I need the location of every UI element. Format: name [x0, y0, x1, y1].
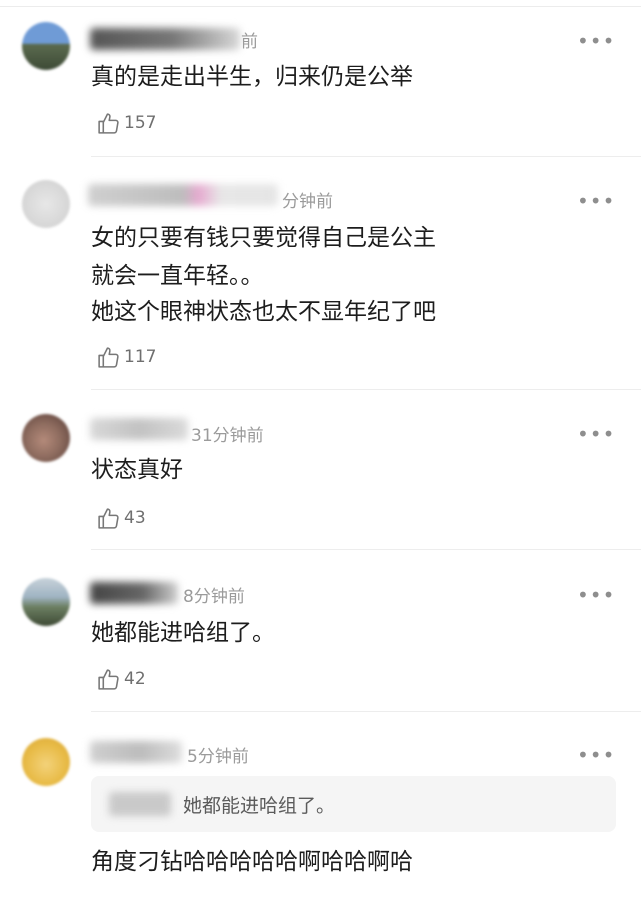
more-dots-icon[interactable]: ••• — [577, 424, 615, 444]
thumbs-up-icon — [98, 112, 119, 134]
top-divider — [0, 6, 641, 7]
thumbs-up-icon — [98, 668, 119, 690]
more-dots-icon[interactable]: ••• — [577, 31, 615, 51]
timestamp: 分钟前 — [282, 192, 333, 212]
username-blurred[interactable] — [90, 28, 240, 50]
comment-text: 真的是走出半生，归来仍是公举 — [91, 64, 413, 90]
avatar[interactable] — [22, 414, 70, 462]
thumbs-up-icon — [98, 507, 119, 529]
avatar[interactable] — [22, 578, 70, 626]
comment-text-line: 她这个眼神状态也太不显年纪了吧 — [91, 299, 436, 325]
avatar[interactable] — [22, 22, 70, 70]
like-button[interactable]: 42 — [96, 666, 146, 692]
like-count: 157 — [124, 113, 157, 133]
comment-text: 角度刁钻哈哈哈哈哈啊哈哈啊哈 — [91, 849, 413, 875]
username-blurred[interactable] — [90, 741, 182, 763]
comment-text-line: 就会一直年轻。。 — [91, 263, 264, 289]
quoted-username-blurred — [109, 792, 171, 816]
like-button[interactable]: 43 — [96, 505, 146, 531]
username-blurred[interactable] — [88, 184, 278, 206]
divider — [91, 389, 641, 390]
username-blurred[interactable] — [90, 582, 178, 604]
timestamp: 31分钟前 — [191, 426, 264, 446]
more-dots-icon[interactable]: ••• — [577, 745, 615, 765]
divider — [91, 156, 641, 157]
more-dots-icon[interactable]: ••• — [577, 585, 615, 605]
timestamp: 8分钟前 — [183, 587, 245, 607]
comment-text: 她都能进哈组了。 — [91, 620, 275, 646]
like-count: 42 — [124, 669, 146, 689]
avatar[interactable] — [22, 180, 70, 228]
like-count: 43 — [124, 508, 146, 528]
quoted-text: 她都能进哈组了。 — [183, 795, 336, 817]
divider — [91, 549, 641, 550]
thumbs-up-icon — [98, 346, 119, 368]
like-button[interactable]: 117 — [96, 344, 156, 370]
like-count: 117 — [124, 347, 157, 367]
avatar[interactable] — [22, 738, 70, 786]
quoted-reply[interactable]: 她都能进哈组了。 — [91, 776, 616, 832]
comment-text: 状态真好 — [91, 457, 183, 483]
timestamp: 5分钟前 — [187, 747, 249, 767]
comment-text-line: 女的只要有钱只要觉得自己是公主 — [91, 225, 436, 251]
like-button[interactable]: 157 — [96, 110, 156, 136]
username-blurred[interactable] — [90, 418, 188, 440]
timestamp: 前 — [241, 32, 258, 52]
divider — [91, 711, 641, 712]
more-dots-icon[interactable]: ••• — [577, 191, 615, 211]
